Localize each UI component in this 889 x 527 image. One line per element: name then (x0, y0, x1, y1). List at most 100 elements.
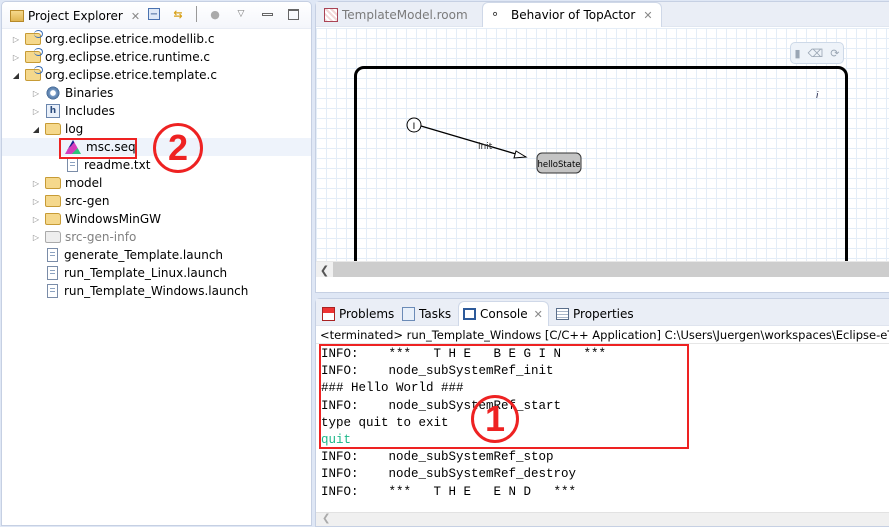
project-folder-icon (25, 30, 43, 45)
msc-highlight-box (59, 138, 137, 159)
view-menu-icon[interactable]: ▽ (233, 6, 249, 22)
console-process-header: <terminated> run_Template_Windows [C/C++… (316, 326, 889, 344)
minimize-icon[interactable] (259, 6, 275, 22)
tab-template-model[interactable]: TemplateModel.room (316, 2, 476, 27)
tab-problems[interactable]: Problems (318, 301, 398, 326)
transition-arrowhead (513, 150, 528, 159)
folder-icon (45, 177, 61, 189)
tree-item-modellib[interactable]: ▷ org.eclipse.etrice.modellib.c (2, 30, 311, 48)
project-explorer-icon (10, 10, 24, 22)
expand-icon[interactable]: ▷ (10, 35, 22, 44)
expand-icon[interactable]: ▷ (30, 215, 42, 224)
expand-icon[interactable]: ▷ (30, 179, 42, 188)
project-folder-icon (25, 48, 43, 63)
close-icon[interactable]: ✕ (534, 308, 543, 321)
tree-item-label: src-gen (65, 194, 110, 208)
collapse-all-icon[interactable]: − (148, 8, 160, 20)
tree-item-label: run_Template_Windows.launch (64, 284, 249, 298)
tab-label: Tasks (419, 306, 452, 321)
link-with-editor-icon[interactable]: ⇆ (170, 6, 186, 22)
tree-item-label: org.eclipse.etrice.modellib.c (45, 32, 215, 46)
console-icon (463, 308, 476, 320)
tab-console[interactable]: Console ✕ (458, 301, 549, 326)
launch-file-icon (47, 266, 58, 280)
filter-icon[interactable]: ● (207, 6, 223, 22)
tab-project-explorer-label: Project Explorer (28, 9, 123, 23)
state-machine-icon: ∘ (491, 7, 500, 22)
tasks-icon (402, 306, 415, 321)
tree-item-run-linux-launch[interactable]: run_Template_Linux.launch (2, 264, 311, 282)
annotation-marker-1: 1 (471, 395, 519, 443)
horizontal-scrollbar[interactable]: ❮ (316, 261, 889, 277)
tree-item-label: readme.txt (84, 158, 151, 172)
expand-icon[interactable]: ▷ (30, 233, 42, 242)
tree-item-label: log (65, 122, 84, 136)
tree-item-label: model (65, 176, 103, 190)
expand-icon[interactable]: ▷ (10, 53, 22, 62)
annotation-marker-2: 2 (153, 123, 203, 173)
tree-item-label: src-gen-info (65, 230, 137, 244)
console-line: INFO: node_subSystemRef_stop (321, 450, 554, 465)
tab-properties[interactable]: Properties (552, 301, 638, 326)
initial-point-label: I (413, 122, 416, 132)
tab-label: Properties (573, 306, 634, 321)
tab-project-explorer[interactable]: Project Explorer ✕ (4, 4, 146, 28)
scroll-left-icon[interactable]: ❮ (322, 513, 330, 524)
folder-open-icon (45, 123, 61, 135)
tab-label: Console (480, 307, 528, 321)
project-explorer-view: Project Explorer ✕ − ⇆ ● ▽ ▷ org.eclipse… (1, 1, 312, 526)
diagram-editor: TemplateModel.room ∘ Behavior of TopActo… (315, 1, 889, 293)
scroll-left-icon[interactable]: ❮ (316, 262, 333, 277)
folder-icon (45, 195, 61, 207)
editor-tabbar: TemplateModel.room ∘ Behavior of TopActo… (316, 2, 889, 27)
tree-item-template[interactable]: ◢ org.eclipse.etrice.template.c (2, 66, 311, 84)
close-icon[interactable]: ✕ (131, 10, 140, 23)
launch-file-icon (47, 284, 58, 298)
info-marker: i (816, 91, 819, 101)
tree-item-model[interactable]: ▷ model (2, 174, 311, 192)
expand-icon[interactable]: ▷ (30, 197, 42, 206)
expand-icon[interactable]: ▷ (30, 107, 42, 116)
tree-item-run-windows-launch[interactable]: run_Template_Windows.launch (2, 282, 311, 300)
tab-behavior-topactor[interactable]: ∘ Behavior of TopActor ✕ (482, 2, 662, 27)
maximize-icon[interactable] (285, 6, 301, 22)
binaries-icon (45, 86, 61, 100)
tab-tasks[interactable]: Tasks (398, 301, 455, 326)
tree-item-label: Binaries (65, 86, 114, 100)
launch-file-icon (47, 248, 58, 262)
tree-item-label: org.eclipse.etrice.template.c (45, 68, 217, 82)
derived-folder-icon (45, 231, 61, 243)
console-line: INFO: *** T H E E N D *** (321, 484, 577, 499)
tree-item-windowsmingw[interactable]: ▷ WindowsMinGW (2, 210, 311, 228)
transition-label: init (478, 142, 493, 152)
explorer-toolbar: − ⇆ ● ▽ (148, 6, 301, 22)
collapse-icon[interactable]: ◢ (30, 125, 42, 134)
tree-item-binaries[interactable]: ▷ Binaries (2, 84, 311, 102)
tree-item-includes[interactable]: ▷ h Includes (2, 102, 311, 120)
tree-item-src-gen[interactable]: ▷ src-gen (2, 192, 311, 210)
tree-item-runtime[interactable]: ▷ org.eclipse.etrice.runtime.c (2, 48, 311, 66)
diagram-svg: I init helloState i (406, 91, 819, 174)
tree-item-label: generate_Template.launch (64, 248, 224, 262)
expand-icon[interactable]: ▷ (30, 89, 42, 98)
tree-item-label: WindowsMinGW (65, 212, 162, 226)
tree-item-label: org.eclipse.etrice.runtime.c (45, 50, 211, 64)
console-line: INFO: node_subSystemRef_destroy (321, 467, 577, 482)
tab-label: Problems (339, 306, 395, 321)
problems-icon (322, 306, 335, 321)
tree-item-label: Includes (65, 104, 115, 118)
diagram-canvas[interactable]: ▮ ⌫ ⟳ I init helloState i ❮ (316, 28, 889, 277)
room-model-icon (324, 7, 338, 22)
state-label: helloState (537, 160, 580, 170)
includes-icon: h (46, 104, 60, 118)
init-transition[interactable] (420, 125, 527, 158)
collapse-icon[interactable]: ◢ (10, 71, 22, 80)
console-view: Problems Tasks Console ✕ Properties <ter… (315, 298, 889, 527)
folder-icon (45, 213, 61, 225)
eclipse-workbench: Project Explorer ✕ − ⇆ ● ▽ ▷ org.eclipse… (0, 0, 889, 527)
tree-item-generate-launch[interactable]: generate_Template.launch (2, 246, 311, 264)
close-icon[interactable]: ✕ (643, 9, 652, 22)
console-horizontal-scrollbar[interactable]: ❮ (316, 512, 889, 526)
tree-item-src-gen-info[interactable]: ▷ src-gen-info (2, 228, 311, 246)
properties-icon (556, 307, 569, 320)
